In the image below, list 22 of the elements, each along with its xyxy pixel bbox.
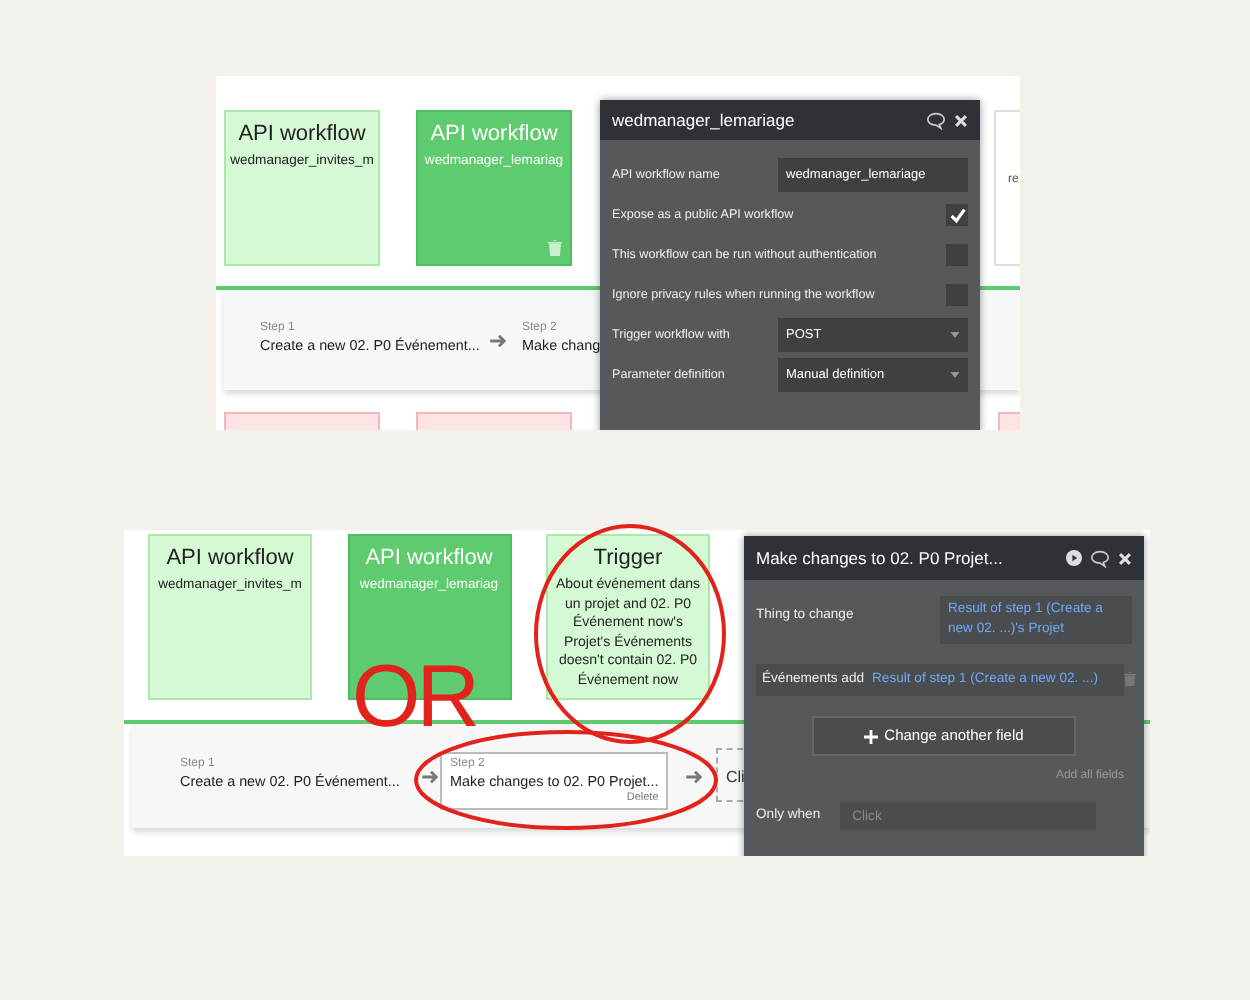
checkbox[interactable] xyxy=(946,244,968,266)
caret-icon[interactable] xyxy=(950,332,960,338)
arrow-icon xyxy=(422,770,440,784)
close-icon[interactable] xyxy=(954,113,968,127)
checkbox[interactable] xyxy=(946,204,968,226)
close-icon[interactable] xyxy=(1118,551,1132,565)
card-title: API workflow xyxy=(430,120,558,148)
card-title: Trigger xyxy=(593,544,663,572)
arrow-icon xyxy=(686,770,704,784)
comment-icon[interactable] xyxy=(1090,549,1110,567)
card-title: API workflow xyxy=(166,544,294,572)
card-title: API workflow xyxy=(238,120,366,148)
plus-icon[interactable] xyxy=(864,729,879,743)
comment-icon[interactable] xyxy=(926,111,946,129)
arrow-icon xyxy=(490,334,508,348)
popup-title: wedmanager_lemariage xyxy=(612,107,797,133)
popup-title: Make changes to 02. P0 Projet... xyxy=(756,545,1005,571)
checkbox[interactable] xyxy=(946,284,968,306)
check-icon xyxy=(949,207,965,223)
play-icon[interactable] xyxy=(1066,550,1082,566)
card-title: API workflow xyxy=(365,544,493,572)
caret-icon[interactable] xyxy=(950,372,960,378)
